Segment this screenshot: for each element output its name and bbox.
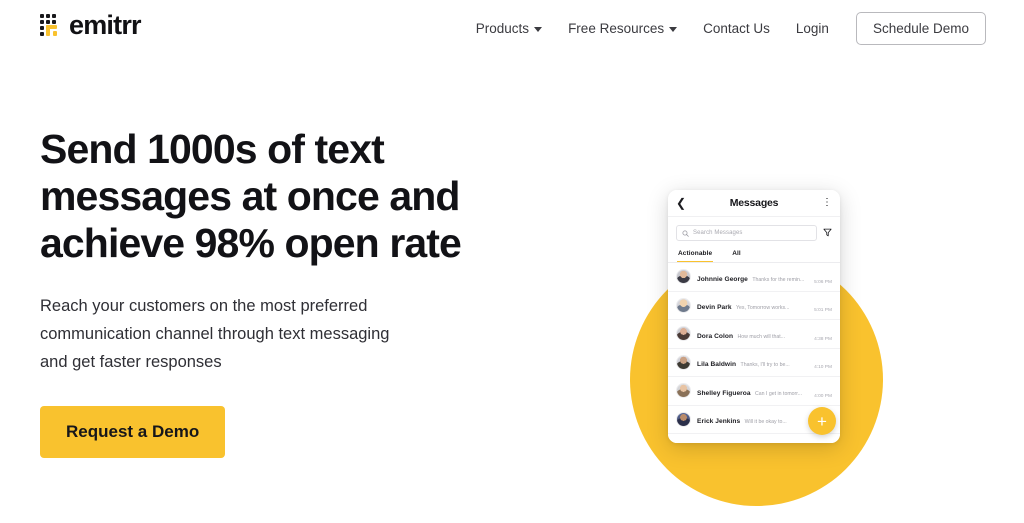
nav-item-free-resources[interactable]: Free Resources: [555, 10, 690, 46]
tab-all[interactable]: All: [731, 248, 742, 262]
search-icon: [682, 230, 689, 237]
phone-tabs: Actionable All: [668, 247, 840, 263]
nav-item-contact-us[interactable]: Contact Us: [690, 10, 783, 46]
list-item-body: Lila Baldwin Thanks, I'll try to be...: [697, 353, 808, 371]
plus-icon: +: [817, 411, 827, 431]
contact-name: Shelley Figueroa: [697, 389, 751, 397]
contact-name: Erick Jenkins: [697, 418, 741, 426]
message-preview: Thanks for the remin...: [752, 276, 805, 283]
phone-mockup: ❮ Messages ⋮ Search Messages Actionable …: [668, 190, 840, 443]
avatar: [676, 326, 691, 342]
message-preview: Will it be okay to...: [744, 419, 787, 426]
list-item-body: Devin Park Yes, Tomorrow works...: [697, 296, 808, 314]
schedule-demo-button[interactable]: Schedule Demo: [855, 11, 986, 45]
list-item-body: Erick Jenkins Will it be okay to...: [697, 410, 826, 428]
chevron-left-icon[interactable]: ❮: [676, 197, 686, 209]
list-item-body: Shelley Figueroa Can I get in tomorr...: [697, 382, 808, 400]
landing-page: emitrr Products Free Resources Contact U…: [0, 0, 1024, 523]
contact-name: Devin Park: [697, 304, 732, 312]
message-preview: Can I get in tomorr...: [755, 390, 803, 397]
message-time: 5:01 PM: [814, 308, 832, 313]
message-preview: How much will that...: [737, 333, 786, 340]
contact-name: Lila Baldwin: [697, 361, 737, 369]
main-navigation: Products Free Resources Contact Us Login…: [463, 10, 986, 46]
brand-logo[interactable]: emitrr: [40, 10, 142, 40]
avatar: [676, 297, 691, 313]
hero-copy: Send 1000s of text messages at once and …: [40, 126, 470, 459]
site-header: emitrr Products Free Resources Contact U…: [0, 0, 1024, 56]
avatar: [676, 354, 691, 370]
phone-search-row: Search Messages: [668, 217, 840, 247]
search-placeholder: Search Messages: [693, 230, 743, 236]
chevron-down-icon: [534, 26, 543, 32]
page-title: Send 1000s of text messages at once and …: [40, 126, 462, 266]
list-item[interactable]: Johnnie George Thanks for the remin... 5…: [668, 263, 840, 292]
message-preview: Yes, Tomorrow works...: [736, 305, 790, 312]
message-time: 4:38 PM: [814, 336, 832, 342]
phone-header: ❮ Messages ⋮: [668, 190, 840, 217]
hero-subtitle: Reach your customers on the most preferr…: [40, 296, 390, 371]
contact-name: Johnnie George: [697, 275, 748, 283]
funnel-filter-icon[interactable]: [823, 224, 832, 242]
search-input[interactable]: Search Messages: [676, 225, 817, 241]
chevron-down-icon: [669, 26, 678, 32]
message-time: 4:10 PM: [814, 365, 832, 370]
list-item[interactable]: Lila Baldwin Thanks, I'll try to be... 4…: [668, 349, 840, 377]
contact-name: Dora Colon: [697, 332, 734, 340]
list-item[interactable]: Devin Park Yes, Tomorrow works... 5:01 P…: [668, 292, 840, 320]
request-a-demo-button[interactable]: Request a Demo: [40, 406, 226, 459]
phone-screen-title: Messages: [729, 197, 779, 209]
nav-item-products[interactable]: Products: [463, 10, 555, 46]
nav-label: Contact Us: [703, 20, 770, 36]
nav-item-login[interactable]: Login: [783, 10, 842, 46]
avatar: [676, 383, 691, 399]
message-time: 5:06 PM: [814, 279, 832, 285]
nav-label: Products: [475, 20, 530, 36]
avatar: [676, 411, 691, 427]
brand-name: emitrr: [69, 10, 142, 40]
list-item-body: Johnnie George Thanks for the remin...: [697, 268, 808, 286]
list-item-body: Dora Colon How much will that...: [697, 325, 808, 343]
nav-label: Login: [795, 20, 829, 36]
avatar: [676, 269, 691, 285]
hero-illustration: ❮ Messages ⋮ Search Messages Actionable …: [600, 170, 1000, 506]
emitrr-dot-grid-logo-icon: [40, 14, 63, 37]
message-preview: Thanks, I'll try to be...: [740, 362, 790, 369]
list-item[interactable]: Dora Colon How much will that... 4:38 PM: [668, 320, 840, 349]
kebab-menu-icon[interactable]: ⋮: [822, 198, 832, 208]
nav-label: Free Resources: [568, 20, 665, 36]
list-item[interactable]: Shelley Figueroa Can I get in tomorr... …: [668, 377, 840, 406]
message-time: 4:00 PM: [814, 393, 832, 399]
new-message-fab-button[interactable]: +: [808, 407, 836, 435]
tab-actionable[interactable]: Actionable: [677, 248, 714, 262]
